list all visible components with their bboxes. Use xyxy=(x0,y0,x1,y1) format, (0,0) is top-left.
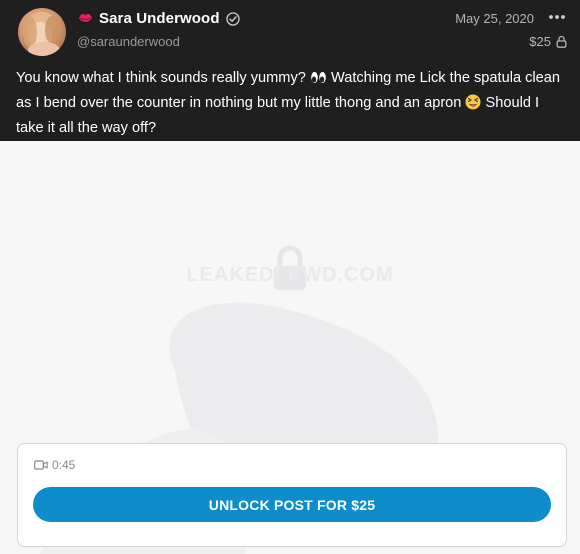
post-date: May 25, 2020 xyxy=(455,11,534,26)
post-price: $25 xyxy=(529,34,567,49)
post-header: Sara Underwood @saraunderwood May 25, 20… xyxy=(0,0,580,141)
author-row: Sara Underwood xyxy=(78,10,240,27)
video-camera-icon xyxy=(34,460,48,470)
post-card: Sara Underwood @saraunderwood May 25, 20… xyxy=(0,0,580,554)
author-name[interactable]: Sara Underwood xyxy=(99,10,220,27)
unlock-post-button[interactable]: UNLOCK POST FOR $25 xyxy=(33,487,551,522)
locked-media: LEAKEDLEWD.COM 0:45 UNLOCK POST FOR $25 xyxy=(0,141,580,554)
squinting-tongue-emoji-icon xyxy=(465,94,481,110)
post-text: You know what I think sounds really yumm… xyxy=(16,66,568,141)
price-label: $25 xyxy=(529,34,551,49)
watermark: LEAKEDLEWD.COM xyxy=(186,264,394,286)
lips-emoji-icon xyxy=(79,13,92,22)
eyes-emoji-icon xyxy=(310,71,327,84)
media-duration: 0:45 xyxy=(34,458,75,472)
post-text-part1: You know what I think sounds really yumm… xyxy=(16,70,310,86)
unlock-box: 0:45 UNLOCK POST FOR $25 xyxy=(17,443,567,547)
avatar[interactable] xyxy=(18,8,66,56)
lock-icon xyxy=(556,35,567,48)
verified-badge-icon xyxy=(225,11,240,26)
author-handle[interactable]: @saraunderwood xyxy=(77,34,180,49)
duration-label: 0:45 xyxy=(52,458,76,472)
more-dots-icon[interactable] xyxy=(548,12,566,22)
